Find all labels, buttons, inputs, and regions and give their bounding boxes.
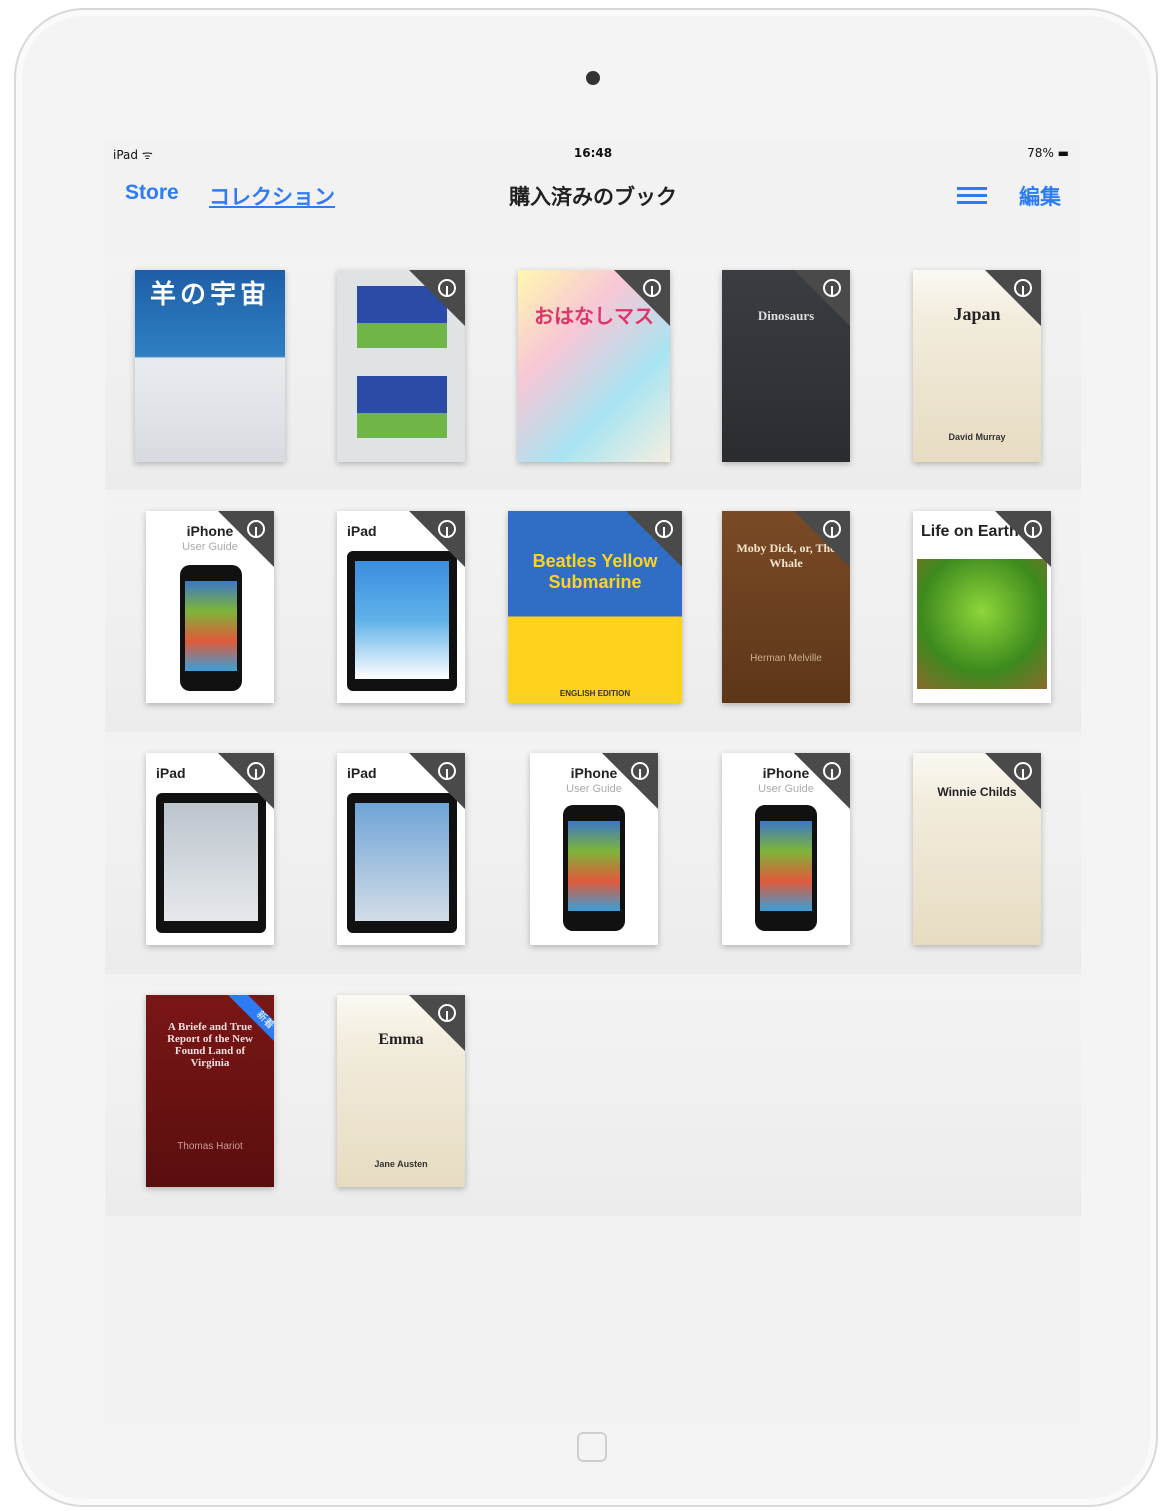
page-title: 購入済みのブック (509, 185, 677, 209)
download-cloud-icon[interactable] (626, 511, 682, 567)
book-5[interactable]: Japan David Murray (913, 270, 1041, 462)
download-cloud-icon[interactable] (794, 511, 850, 567)
home-button[interactable] (577, 1432, 607, 1462)
book-14[interactable]: iPhone User Guide (722, 753, 850, 945)
book-3[interactable]: おはなしマス (518, 270, 670, 462)
list-view-icon[interactable] (957, 184, 987, 208)
book-author: ENGLISH EDITION (559, 689, 631, 698)
download-cloud-icon[interactable] (218, 511, 274, 567)
book-6[interactable]: iPhone User Guide (146, 511, 274, 703)
book-16[interactable]: A Briefe and True Report of the New Foun… (146, 995, 274, 1187)
book-12[interactable]: iPad (337, 753, 465, 945)
book-2[interactable] (337, 270, 465, 462)
book-4[interactable]: Dinosaurs (722, 270, 850, 462)
book-author: Herman Melville (750, 653, 822, 664)
book-9[interactable]: Moby Dick, or, The Whale Herman Melville (722, 511, 850, 703)
book-11[interactable]: iPad (146, 753, 274, 945)
book-author: Thomas Hariot (177, 1141, 243, 1152)
download-cloud-icon[interactable] (218, 753, 274, 809)
edit-button[interactable]: 編集 (1019, 181, 1061, 211)
download-cloud-icon[interactable] (614, 270, 670, 326)
status-bar: iPad ᯤ 16:48 78% ▬ (105, 140, 1081, 168)
book-7[interactable]: iPad (337, 511, 465, 703)
book-15[interactable]: Winnie Childs (913, 753, 1041, 945)
ibooks-screen: iPad ᯤ 16:48 78% ▬ Store コレクション 購入済みのブック… (105, 140, 1081, 1425)
book-author: David Murray (948, 432, 1006, 442)
download-cloud-icon[interactable] (985, 270, 1041, 326)
download-cloud-icon[interactable] (995, 511, 1051, 567)
download-cloud-icon[interactable] (794, 753, 850, 809)
book-17[interactable]: Emma Jane Austen (337, 995, 465, 1187)
download-cloud-icon[interactable] (409, 995, 465, 1051)
new-badge: 新着 (218, 995, 274, 1051)
front-camera (586, 71, 600, 85)
download-cloud-icon[interactable] (409, 511, 465, 567)
download-cloud-icon[interactable] (985, 753, 1041, 809)
download-cloud-icon[interactable] (409, 270, 465, 326)
book-1[interactable]: 羊の宇宙 (135, 270, 285, 462)
book-13[interactable]: iPhone User Guide (530, 753, 658, 945)
download-cloud-icon[interactable] (794, 270, 850, 326)
book-10[interactable]: Life on Earth (913, 511, 1051, 703)
book-title: 羊の宇宙 (149, 280, 270, 309)
status-time: 16:48 (573, 146, 613, 160)
book-8[interactable]: Beatles Yellow Submarine ENGLISH EDITION (508, 511, 682, 703)
status-battery: 78% ▬ (1027, 146, 1069, 160)
download-cloud-icon[interactable] (409, 753, 465, 809)
navigation-bar: Store コレクション 購入済みのブック 編集 (105, 168, 1081, 228)
book-author: Jane Austen (374, 1159, 428, 1169)
download-cloud-icon[interactable] (602, 753, 658, 809)
